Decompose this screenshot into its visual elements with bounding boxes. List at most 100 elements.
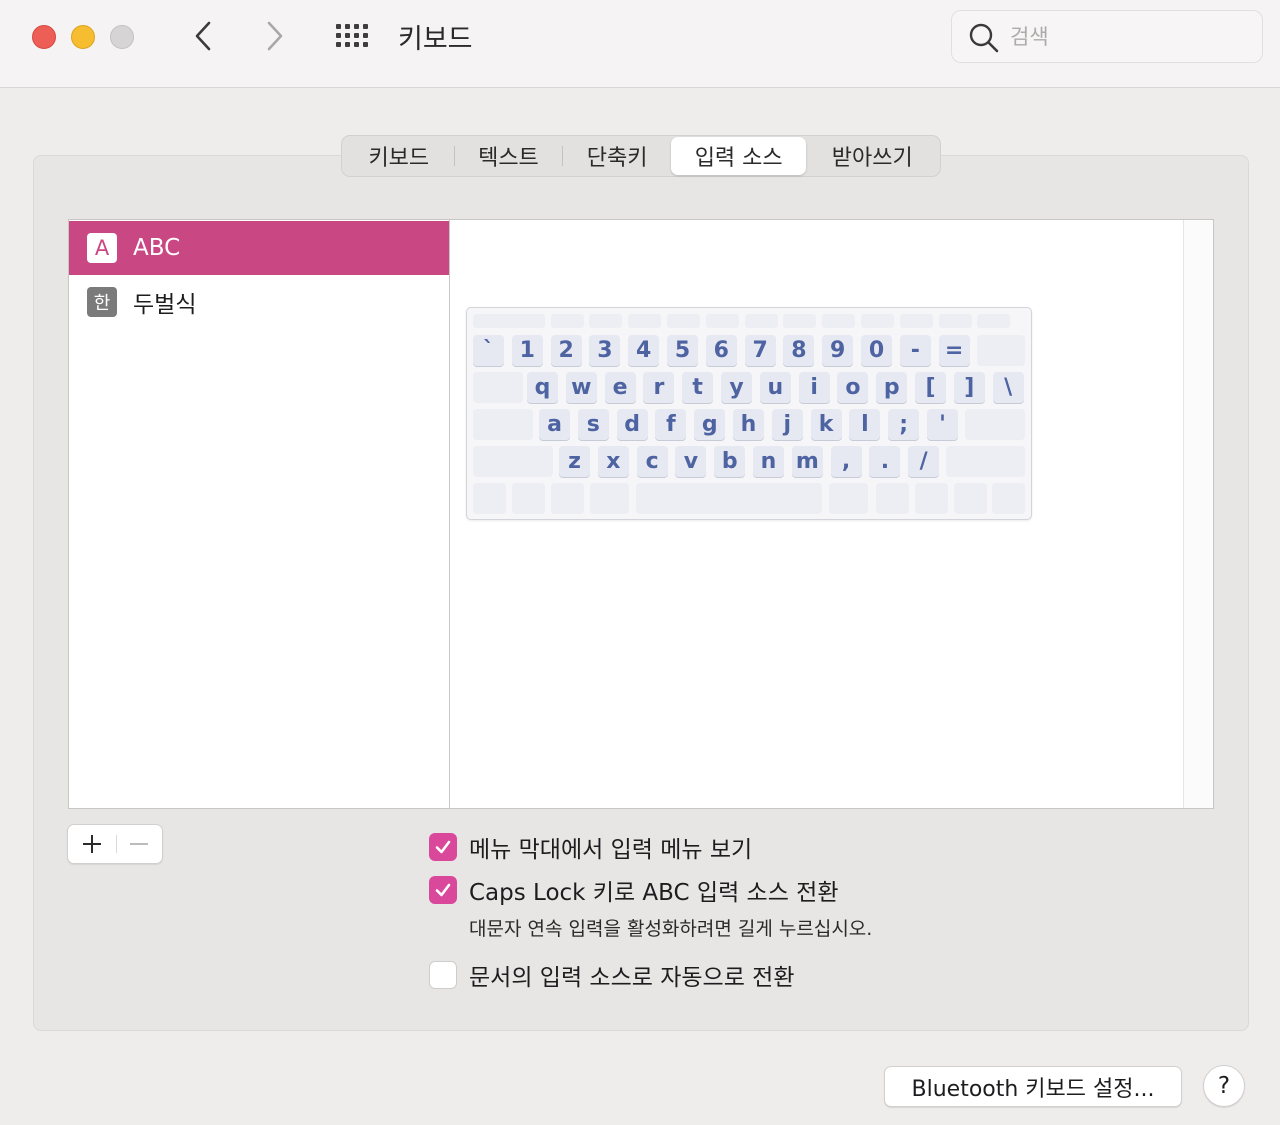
keyboard-key: z [559,446,590,477]
modifier-key [829,483,868,514]
keyboard-key: 2 [550,335,582,366]
keyboard-key: ; [888,409,920,440]
keyboard-key: m [791,446,823,477]
keyboard-key: p [876,372,908,403]
keyboard-key: \ [992,372,1024,403]
keyboard-key: ` [473,335,504,366]
list-item[interactable]: 한 두벌식 [69,275,449,329]
keyboard-key: k [810,409,842,440]
scrollbar-track[interactable] [1183,220,1213,808]
bluetooth-keyboard-setup-button[interactable]: Bluetooth 키보드 설정... [884,1066,1182,1107]
keyboard-key: . [869,446,901,477]
back-button[interactable] [186,18,222,54]
keyboard-key: f [655,409,687,440]
function-key [899,314,933,328]
source-label: 두벌식 [133,292,197,318]
keyboard-key: j [771,409,803,440]
title-bar: 키보드 [0,0,1280,88]
function-key [628,314,662,328]
keyboard-key: o [837,372,869,403]
keyboard-key: 4 [628,335,660,366]
show-input-menu-checkbox[interactable] [429,833,457,861]
help-button[interactable]: ? [1203,1065,1245,1107]
tab-key [473,372,523,403]
tab-bar: 키보드 텍스트 단축키 입력 소스 받아쓰기 [341,135,941,177]
modifier-key [512,483,545,514]
caps-lock-switch-checkbox[interactable] [429,876,457,904]
show-input-menu-option[interactable]: 메뉴 막대에서 입력 메뉴 보기 [429,830,752,864]
auto-switch-option[interactable]: 문서의 입력 소스로 자동으로 전환 [429,958,794,992]
keyboard-key: i [798,372,830,403]
window-title: 키보드 [398,24,473,55]
function-key [822,314,856,328]
keyboard-key: 9 [822,335,854,366]
add-source-button[interactable] [68,825,116,863]
return-key [965,409,1025,440]
remove-source-button[interactable] [116,825,162,863]
keyboard-key: s [577,409,609,440]
checkmark-icon [435,883,451,897]
function-key [667,314,700,328]
keyboard-key: 0 [861,335,892,366]
keyboard-key: x [597,446,629,477]
keyboard-key: a [539,409,570,440]
hangul-input-icon: 한 [87,287,117,317]
add-remove-control [67,824,163,864]
option-label: 메뉴 막대에서 입력 메뉴 보기 [469,837,753,863]
zoom-window-button[interactable] [110,25,134,49]
keyboard-key: n [753,446,784,477]
function-key [938,314,972,328]
close-window-button[interactable] [32,25,56,49]
left-shift-key [473,446,553,477]
search-input[interactable] [1010,21,1250,53]
search-icon [969,23,999,53]
caps-lock-switch-option[interactable]: Caps Lock 키로 ABC 입력 소스 전환 [429,873,839,907]
chevron-left-icon [195,21,211,51]
caps-lock-hint: 대문자 연속 입력을 활성화하려면 길게 누르십시오. [469,918,873,940]
keyboard-key: 3 [589,335,621,366]
show-all-button[interactable] [334,24,374,50]
modifier-key [473,483,506,514]
search-field[interactable] [951,10,1263,63]
keyboard-key: q [527,372,558,403]
function-key [977,314,1011,328]
input-source-list[interactable]: A ABC 한 두벌식 [69,220,450,808]
modifier-key [876,483,909,514]
list-item[interactable]: A ABC [69,221,449,275]
keyboard-key: [ [915,372,946,403]
tab-keyboard[interactable]: 키보드 [344,137,454,175]
keyboard-key: y [721,372,752,403]
function-key [744,314,778,328]
keyboard-key: b [714,446,746,477]
forward-button[interactable] [256,18,292,54]
function-key [511,314,545,328]
keyboard-key: e [604,372,636,403]
auto-switch-checkbox[interactable] [429,961,457,989]
tab-text[interactable]: 텍스트 [455,137,563,175]
minus-icon [130,843,148,845]
modifier-key [551,483,584,514]
keyboard-key: 6 [705,335,737,366]
keyboard-key: g [694,409,726,440]
plus-icon [83,835,101,853]
delete-key [977,335,1025,366]
option-label: Caps Lock 키로 ABC 입력 소스 전환 [469,880,839,906]
tab-shortcuts[interactable]: 단축키 [563,137,671,175]
keyboard-key: - [899,335,931,366]
modifier-key [590,483,629,514]
minimize-window-button[interactable] [71,25,95,49]
function-key [589,314,623,328]
tab-input-sources[interactable]: 입력 소스 [670,137,807,175]
tab-label: 받아쓰기 [831,146,913,171]
keyboard-key: h [733,409,764,440]
function-key [861,314,894,328]
abc-input-icon: A [87,233,117,263]
arrow-key [992,483,1025,514]
tab-dictation[interactable]: 받아쓰기 [806,137,938,175]
keyboard-key: , [830,446,862,477]
keyboard-key: u [759,372,791,403]
tab-label: 텍스트 [478,146,539,171]
modifier-key [636,483,822,514]
tab-label: 단축키 [586,146,648,171]
source-label: ABC [133,235,181,261]
